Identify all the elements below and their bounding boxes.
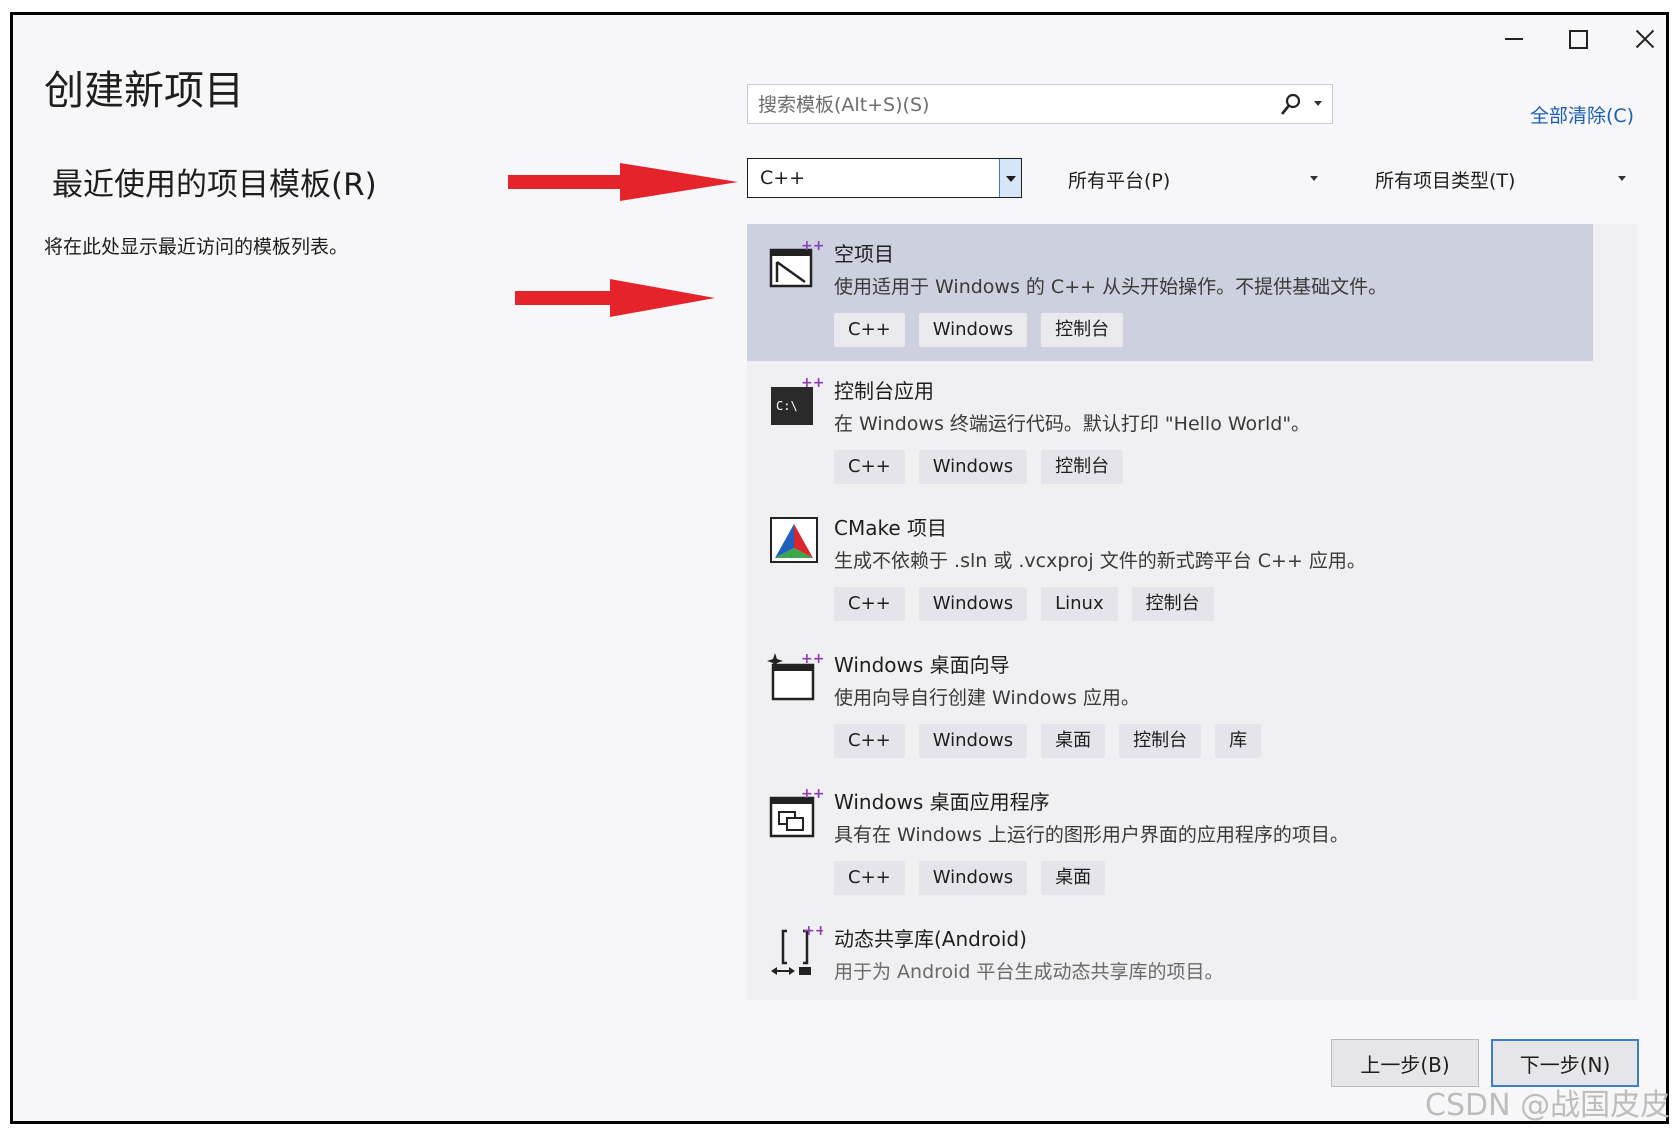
maximize-button[interactable] [1558, 22, 1598, 56]
template-name: 控制台应用 [834, 379, 934, 403]
close-button[interactable] [1625, 22, 1665, 56]
annotation-arrow-icon [508, 163, 738, 201]
template-description: 使用适用于 Windows 的 C++ 从头开始操作。不提供基础文件。 [834, 276, 1388, 298]
template-item-desktop-wizard[interactable]: ++ Windows 桌面向导 使用向导自行创建 Windows 应用。 C++… [747, 635, 1593, 772]
minimize-button[interactable] [1494, 22, 1534, 56]
template-name: Windows 桌面应用程序 [834, 790, 1050, 814]
template-name: 动态共享库(Android) [834, 927, 1027, 951]
clear-all-link[interactable]: 全部清除(C) [1530, 101, 1634, 128]
template-name: Windows 桌面向导 [834, 653, 1010, 677]
tag-chip: 控制台 [1119, 724, 1202, 758]
template-description: 使用向导自行创建 Windows 应用。 [834, 687, 1140, 709]
template-search-box[interactable] [747, 84, 1333, 125]
template-item-console-app[interactable]: C:\ ++ 控制台应用 在 Windows 终端运行代码。默认打印 "Hell… [747, 361, 1593, 498]
tag-chip: 库 [1215, 724, 1262, 758]
template-tags: C++ Windows 控制台 [834, 313, 1124, 347]
search-icon[interactable] [1280, 93, 1302, 117]
tag-chip: Windows [918, 861, 1028, 895]
chevron-down-icon [1618, 176, 1626, 181]
tag-chip: Windows [918, 450, 1028, 484]
empty-project-icon: ++ [769, 238, 823, 288]
tag-chip: C++ [834, 450, 905, 484]
tag-chip: 控制台 [1041, 313, 1124, 347]
search-input[interactable] [756, 85, 1260, 125]
recent-templates-heading: 最近使用的项目模板(R) [52, 167, 377, 203]
svg-text:++: ++ [801, 238, 823, 254]
language-filter-value: C++ [760, 167, 806, 189]
template-item-android-shared-lib[interactable]: ++ 动态共享库(Android) 用于为 Android 平台生成动态共享库的… [747, 909, 1593, 1000]
dropdown-button-chevron-icon[interactable] [999, 159, 1021, 197]
console-app-icon: C:\ ++ [771, 375, 823, 425]
maximize-icon [1568, 29, 1588, 49]
template-tags: C++ Windows 桌面 [834, 861, 1106, 895]
tag-chip: 桌面 [1041, 724, 1106, 758]
template-list: ++ 空项目 使用适用于 Windows 的 C++ 从头开始操作。不提供基础文… [747, 224, 1637, 1000]
recent-templates-empty-text: 将在此处显示最近访问的模板列表。 [44, 236, 349, 258]
page-title: 创建新项目 [44, 68, 244, 114]
platform-filter-dropdown[interactable]: 所有平台(P) [1056, 158, 1330, 198]
platform-filter-value: 所有平台(P) [1068, 170, 1171, 192]
language-filter-dropdown[interactable]: C++ [747, 158, 1022, 198]
template-item-desktop-app[interactable]: ++ Windows 桌面应用程序 具有在 Windows 上运行的图形用户界面… [747, 772, 1593, 909]
template-tags: C++ Windows 控制台 [834, 450, 1124, 484]
template-description: 具有在 Windows 上运行的图形用户界面的应用程序的项目。 [834, 824, 1349, 846]
tag-chip: Windows [918, 724, 1028, 758]
search-options-chevron-icon[interactable] [1314, 101, 1322, 106]
svg-text:++: ++ [801, 375, 823, 391]
template-tags: C++ Windows 桌面 控制台 库 [834, 724, 1262, 758]
android-shared-lib-icon: ++ [771, 923, 823, 975]
desktop-wizard-icon: ++ [767, 651, 823, 701]
tag-chip: Linux [1041, 587, 1118, 621]
svg-text:++: ++ [801, 786, 823, 802]
project-type-filter-value: 所有项目类型(T) [1375, 170, 1516, 192]
close-icon [1635, 29, 1655, 49]
template-name: CMake 项目 [834, 516, 948, 540]
project-type-filter-dropdown[interactable]: 所有项目类型(T) [1363, 158, 1638, 198]
svg-text:++: ++ [803, 923, 823, 939]
template-item-cmake-project[interactable]: CMake 项目 生成不依赖于 .sln 或 .vcxproj 文件的新式跨平台… [747, 498, 1593, 635]
template-description: 用于为 Android 平台生成动态共享库的项目。 [834, 961, 1224, 983]
svg-text:++: ++ [801, 651, 823, 667]
tag-chip: 控制台 [1131, 587, 1214, 621]
tag-chip: C++ [834, 861, 905, 895]
watermark: CSDN @战国皮皮 [1425, 1088, 1671, 1123]
tag-chip: Windows [918, 313, 1028, 347]
tag-chip: C++ [834, 724, 905, 758]
tag-chip: C++ [834, 587, 905, 621]
tag-chip: C++ [834, 313, 905, 347]
annotation-arrow-icon [515, 279, 715, 317]
tag-chip: 桌面 [1041, 861, 1106, 895]
template-description: 在 Windows 终端运行代码。默认打印 "Hello World"。 [834, 413, 1311, 435]
cmake-icon [770, 517, 818, 563]
desktop-app-icon: ++ [769, 786, 823, 838]
svg-text:C:\: C:\ [776, 399, 798, 413]
template-tags: C++ Windows Linux 控制台 [834, 587, 1214, 621]
template-description: 生成不依赖于 .sln 或 .vcxproj 文件的新式跨平台 C++ 应用。 [834, 550, 1366, 572]
tag-chip: Windows [918, 587, 1028, 621]
tag-chip: 控制台 [1041, 450, 1124, 484]
template-item-empty-project[interactable]: ++ 空项目 使用适用于 Windows 的 C++ 从头开始操作。不提供基础文… [747, 224, 1593, 361]
template-name: 空项目 [834, 242, 894, 266]
chevron-down-icon [1310, 176, 1318, 181]
minimize-icon [1505, 38, 1523, 40]
